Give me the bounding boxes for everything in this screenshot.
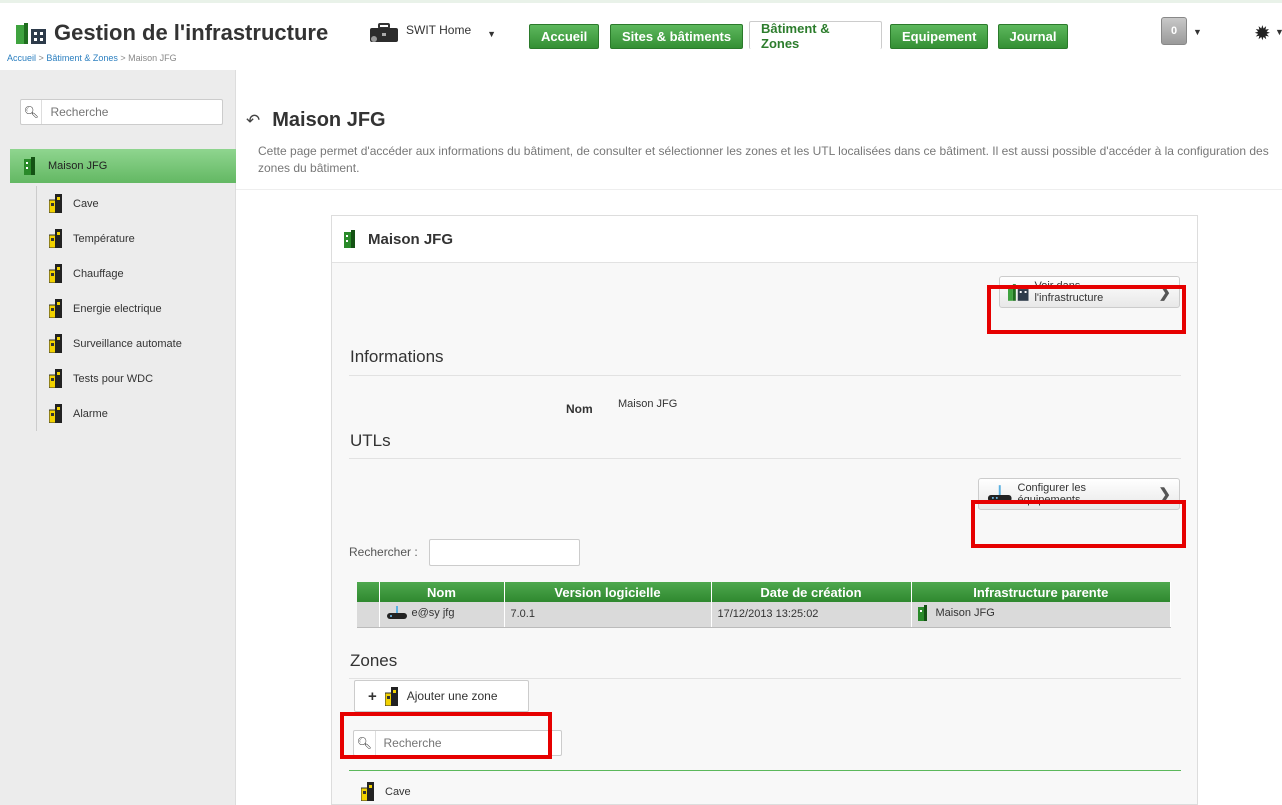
zone-icon — [49, 404, 62, 423]
page-title-text: Maison JFG — [272, 109, 386, 131]
page-title: ↶ Maison JFG — [246, 109, 386, 132]
building-logo-icon — [16, 23, 46, 44]
panel-header: Maison JFG — [332, 216, 1197, 263]
app-title[interactable]: Gestion de l'infrastructure — [14, 20, 328, 46]
sidebar-item-label: Chauffage — [73, 267, 124, 280]
sidebar-item-chauffage[interactable]: Chauffage — [37, 256, 182, 291]
sidebar: 🔍︎ Maison JFG Cave Température Chauffage… — [0, 70, 236, 805]
section-informations: Informations — [350, 347, 444, 366]
sidebar-item-label: Alarme — [73, 407, 108, 420]
zone-icon — [49, 334, 62, 353]
sidebar-item-label: Température — [73, 232, 135, 245]
divider — [349, 375, 1181, 376]
sidebar-item-label: Maison JFG — [48, 160, 108, 172]
utl-search-input[interactable] — [429, 539, 580, 566]
building-icon — [917, 604, 927, 621]
add-zone-label: Ajouter une zone — [406, 689, 498, 703]
highlight-box — [971, 500, 1186, 548]
sidebar-item-label: Cave — [73, 197, 99, 210]
gear-icon[interactable]: ✹ — [1254, 21, 1271, 46]
router-icon — [386, 605, 407, 619]
chevron-down-icon[interactable]: ▼ — [1275, 27, 1282, 37]
section-utls: UTLs — [350, 431, 391, 450]
sidebar-item-temperature[interactable]: Température — [37, 221, 182, 256]
highlight-box — [987, 285, 1186, 334]
divider — [349, 458, 1181, 459]
sidebar-item-label: Energie electrique — [73, 302, 162, 315]
chevron-down-icon: ▼ — [487, 29, 497, 39]
panel-title: Maison JFG — [368, 230, 454, 248]
table-header-row: Nom Version logicielle Date de création … — [357, 582, 1171, 602]
tab-accueil[interactable]: Accueil — [529, 24, 600, 49]
zone-item-label: Cave — [385, 785, 411, 798]
zone-icon — [49, 299, 62, 318]
zone-icon — [361, 782, 374, 801]
search-icon: 🔍︎ — [21, 100, 43, 124]
site-selector[interactable]: SWIT Home ▼ — [368, 23, 496, 43]
sidebar-item-alarme[interactable]: Alarme — [37, 396, 182, 431]
breadcrumb: Accueil > Bâtiment & Zones > Maison JFG — [7, 53, 177, 63]
divider — [236, 189, 1282, 190]
column-header-nom[interactable]: Nom — [379, 582, 505, 602]
column-header-parent[interactable]: Infrastructure parente — [911, 582, 1171, 602]
page-description: Cette page permet d'accéder aux informat… — [258, 144, 1269, 175]
utl-version: 7.0.1 — [504, 602, 712, 628]
building-icon — [344, 230, 355, 248]
sidebar-item-maison-jfg[interactable]: Maison JFG — [10, 149, 236, 183]
breadcrumb-current: Maison JFG — [128, 53, 177, 63]
column-header-date[interactable]: Date de création — [711, 582, 912, 602]
table-cell: e@sy jfg — [379, 602, 505, 628]
field-value-nom: Maison JFG — [618, 398, 678, 410]
table-cell: Maison JFG — [911, 602, 1171, 628]
briefcase-icon — [370, 23, 398, 42]
site-selector-label: SWIT Home — [406, 23, 472, 37]
breadcrumb-batiment-zones[interactable]: Bâtiment & Zones — [46, 53, 118, 63]
utl-search-label: Rechercher : — [349, 545, 418, 559]
zone-icon — [49, 194, 62, 213]
table-cell — [357, 602, 380, 628]
tab-equipement[interactable]: Equipement — [890, 24, 989, 49]
breadcrumb-separator: > — [38, 53, 44, 63]
building-icon — [24, 157, 35, 175]
zone-icon — [384, 686, 398, 706]
utl-parent[interactable]: Maison JFG — [936, 607, 995, 619]
zone-icon — [49, 264, 62, 283]
breadcrumb-separator: > — [120, 53, 126, 63]
chevron-down-icon[interactable]: ▼ — [1193, 27, 1202, 37]
highlight-box — [340, 712, 552, 759]
sidebar-zone-list: Cave Température Chauffage Energie elect… — [36, 186, 182, 431]
table-row[interactable]: e@sy jfg 7.0.1 17/12/2013 13:25:02 Maiso… — [357, 602, 1171, 628]
breadcrumb-accueil[interactable]: Accueil — [7, 53, 36, 63]
sidebar-search: 🔍︎ — [20, 99, 223, 125]
column-header-version[interactable]: Version logicielle — [504, 582, 712, 602]
sidebar-item-tests-pour-wdc[interactable]: Tests pour WDC — [37, 361, 182, 396]
zone-icon — [49, 369, 62, 388]
utl-table: Nom Version logicielle Date de création … — [357, 582, 1171, 628]
field-label-nom: Nom — [566, 402, 593, 416]
utl-name[interactable]: e@sy jfg — [412, 607, 455, 619]
utl-date: 17/12/2013 13:25:02 — [711, 602, 912, 628]
back-arrow-icon[interactable]: ↶ — [246, 111, 260, 131]
sidebar-item-cave[interactable]: Cave — [37, 186, 182, 221]
tab-sites-batiments[interactable]: Sites & bâtiments — [610, 24, 744, 49]
divider — [349, 770, 1181, 771]
sidebar-item-label: Tests pour WDC — [73, 372, 154, 385]
list-item[interactable]: Cave — [361, 782, 411, 801]
plus-icon: + — [368, 687, 377, 705]
column-header-select[interactable] — [357, 582, 380, 602]
sidebar-item-energie-electrique[interactable]: Energie electrique — [37, 291, 182, 326]
add-zone-button[interactable]: + Ajouter une zone — [354, 680, 529, 712]
divider — [349, 678, 1181, 679]
tab-journal[interactable]: Journal — [998, 24, 1068, 49]
sidebar-item-label: Surveillance automate — [73, 337, 182, 350]
tab-batiment-zones[interactable]: Bâtiment & Zones — [749, 21, 882, 51]
sidebar-search-input[interactable] — [42, 105, 222, 119]
top-bar: Gestion de l'infrastructure SWIT Home ▼ … — [0, 0, 1282, 51]
notification-counter[interactable]: 0 — [1161, 17, 1187, 45]
zone-icon — [49, 229, 62, 248]
sidebar-item-surveillance-automate[interactable]: Surveillance automate — [37, 326, 182, 361]
app-title-text: Gestion de l'infrastructure — [54, 20, 329, 45]
section-zones: Zones — [350, 651, 398, 670]
